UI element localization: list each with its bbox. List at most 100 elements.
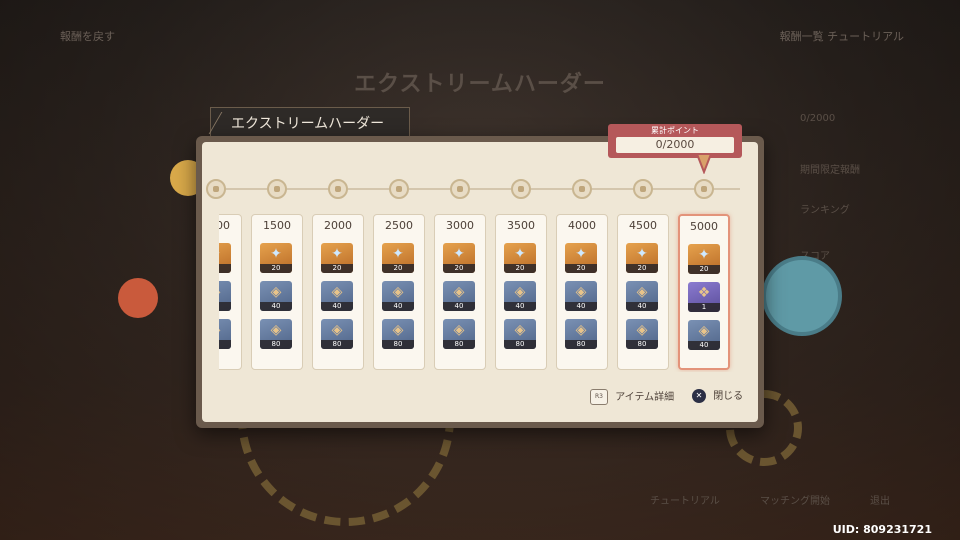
milestone-points: 3500 [507, 219, 535, 232]
reward-item[interactable]: ✦ 20 [626, 243, 658, 273]
reward-quantity: 80 [626, 340, 658, 349]
milestone-column[interactable]: 3000 ✦ 20 ◈ 40 ◈ 80 [434, 214, 486, 370]
milestone-column[interactable]: 1500 ✦ 20 ◈ 40 ◈ 80 [251, 214, 303, 370]
milestone-column[interactable]: 1000 ✦ 20 ◈ 40 ◈ 80 [219, 214, 242, 370]
milestone-node [328, 179, 348, 199]
sun-decoration [118, 278, 158, 318]
reward-quantity: 20 [443, 264, 475, 273]
milestone-node [633, 179, 653, 199]
milestone-node [572, 179, 592, 199]
reward-quantity: 40 [321, 302, 353, 311]
reward-item[interactable]: ✦ 20 [382, 243, 414, 273]
reward-quantity: 40 [443, 302, 475, 311]
item-detail-label: アイテム詳細 [615, 392, 675, 403]
crystal-icon: ✦ [575, 246, 587, 262]
crystal-icon: ✦ [698, 247, 710, 263]
reward-item[interactable]: ◈ 40 [260, 281, 292, 311]
reward-item[interactable]: ◈ 80 [321, 319, 353, 349]
uid-label: UID: 809231721 [832, 523, 932, 536]
reward-quantity: 20 [688, 265, 720, 274]
reward-item[interactable]: ◈ 40 [688, 320, 720, 350]
milestone-column[interactable]: 5000 ✦ 20 ❖ 1 ◈ 40 [678, 214, 730, 370]
reward-item[interactable]: ✦ 20 [260, 243, 292, 273]
progress-marker-icon [695, 153, 713, 174]
reward-item[interactable]: ◈ 80 [219, 319, 231, 349]
close-button[interactable]: ✕ 閉じる [692, 389, 743, 405]
reward-item[interactable]: ◈ 80 [382, 319, 414, 349]
gem-icon: ❖ [697, 285, 711, 301]
reward-quantity: 20 [382, 264, 414, 273]
milestone-points: 1500 [263, 219, 291, 232]
reward-item[interactable]: ◈ 40 [382, 281, 414, 311]
reward-item[interactable]: ◈ 40 [626, 281, 658, 311]
milestone-points: 3000 [446, 219, 474, 232]
reward-quantity: 20 [565, 264, 597, 273]
crystal-icon: ✦ [636, 246, 648, 262]
reward-item[interactable]: ✦ 20 [688, 244, 720, 274]
seal-decoration [762, 256, 842, 336]
points-value: 0/2000 [616, 137, 734, 153]
material-icon: ◈ [636, 284, 648, 300]
crystal-icon: ✦ [392, 246, 404, 262]
material-icon: ◈ [270, 284, 282, 300]
reward-quantity: 80 [260, 340, 292, 349]
reward-item[interactable]: ◈ 40 [443, 281, 475, 311]
reward-quantity: 80 [321, 340, 353, 349]
material-icon: ◈ [514, 284, 526, 300]
item-detail-button[interactable]: R3 アイテム詳細 [590, 389, 674, 406]
reward-quantity: 40 [504, 302, 536, 311]
reward-item[interactable]: ✦ 20 [443, 243, 475, 273]
reward-quantity: 40 [260, 302, 292, 311]
reward-item[interactable]: ✦ 20 [321, 243, 353, 273]
crystal-icon: ✦ [514, 246, 526, 262]
reward-item[interactable]: ◈ 40 [504, 281, 536, 311]
material-icon: ◈ [453, 284, 465, 300]
reward-quantity: 20 [321, 264, 353, 273]
reward-item[interactable]: ✦ 20 [565, 243, 597, 273]
material-icon: ◈ [698, 323, 710, 339]
milestone-column[interactable]: 4000 ✦ 20 ◈ 40 ◈ 80 [556, 214, 608, 370]
reward-item[interactable]: ✦ 20 [219, 243, 231, 273]
reward-item[interactable]: ◈ 80 [504, 319, 536, 349]
milestone-node [389, 179, 409, 199]
reward-item[interactable]: ◈ 40 [565, 281, 597, 311]
reward-quantity: 20 [219, 264, 231, 273]
milestone-points: 5000 [690, 220, 718, 233]
material-icon: ◈ [636, 322, 648, 338]
reward-item[interactable]: ◈ 80 [260, 319, 292, 349]
milestone-column[interactable]: 3500 ✦ 20 ◈ 40 ◈ 80 [495, 214, 547, 370]
reward-item[interactable]: ❖ 1 [688, 282, 720, 312]
reward-item[interactable]: ◈ 80 [443, 319, 475, 349]
reward-columns[interactable]: 1000✦20◈40◈801500✦20◈40◈802000✦20◈40◈802… [219, 210, 749, 372]
material-icon: ◈ [453, 322, 465, 338]
reward-item[interactable]: ◈ 80 [565, 319, 597, 349]
reward-quantity: 80 [382, 340, 414, 349]
bg-top-menu: 報酬一覧 チュートリアル [779, 30, 904, 43]
milestone-column[interactable]: 2500 ✦ 20 ◈ 40 ◈ 80 [373, 214, 425, 370]
material-icon: ◈ [270, 322, 282, 338]
reward-quantity: 40 [688, 341, 720, 350]
points-tag: 累計ポイント 0/2000 [608, 124, 742, 158]
material-icon: ◈ [392, 284, 404, 300]
reward-item[interactable]: ◈ 80 [626, 319, 658, 349]
reward-item[interactable]: ✦ 20 [504, 243, 536, 273]
material-icon: ◈ [575, 322, 587, 338]
milestone-column[interactable]: 2000 ✦ 20 ◈ 40 ◈ 80 [312, 214, 364, 370]
reward-item[interactable]: ◈ 40 [219, 281, 231, 311]
reward-quantity: 1 [688, 303, 720, 312]
milestone-node [694, 179, 714, 199]
milestone-points: 4500 [629, 219, 657, 232]
reward-quantity: 40 [565, 302, 597, 311]
reward-quantity: 20 [260, 264, 292, 273]
milestone-column[interactable]: 4500 ✦ 20 ◈ 40 ◈ 80 [617, 214, 669, 370]
milestone-node [511, 179, 531, 199]
cross-button-icon: ✕ [692, 389, 706, 403]
material-icon: ◈ [219, 284, 231, 300]
reward-quantity: 20 [504, 264, 536, 273]
bg-back-link: 報酬を戻す [60, 30, 115, 43]
reward-quantity: 80 [219, 340, 231, 349]
reward-item[interactable]: ◈ 40 [321, 281, 353, 311]
material-icon: ◈ [331, 284, 343, 300]
bg-exit: 退出 [870, 496, 890, 507]
milestone-points: 2500 [385, 219, 413, 232]
